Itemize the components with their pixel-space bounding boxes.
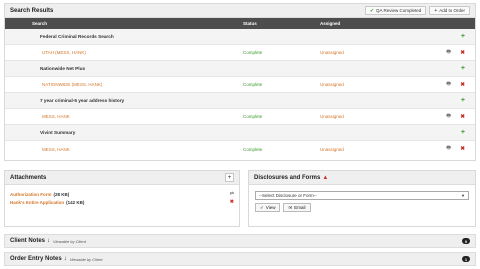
client-notes-count-badge: 0 bbox=[462, 238, 470, 244]
disclosures-panel: Disclosures and Forms ▲ --Select Disclos… bbox=[248, 170, 476, 227]
add-to-order-label: Add to Order bbox=[439, 8, 465, 13]
search-group-row: 7 year criminal-5 year address history + bbox=[5, 93, 475, 109]
client-notes-bar[interactable]: Client Notes ↓ Viewable by Client 0 bbox=[4, 234, 476, 248]
attachment-size: (28 KB) bbox=[53, 191, 70, 197]
view-button[interactable]: ✓ View bbox=[255, 203, 281, 212]
column-search: Search bbox=[32, 21, 48, 26]
qa-review-label: QA Review Completed bbox=[376, 8, 422, 13]
search-results-panel: Search Results ✔ QA Review Completed + A… bbox=[4, 3, 476, 161]
search-item-link[interactable]: NATIONWIDE (MESS, HANK) bbox=[5, 82, 243, 87]
search-item-link[interactable]: UTAH (MESS, HANK) bbox=[5, 50, 243, 55]
plus-icon: + bbox=[434, 7, 438, 14]
delete-icon[interactable]: ✖ bbox=[460, 146, 465, 152]
chevron-down-icon: ▼ bbox=[461, 193, 465, 198]
check-icon: ✔ bbox=[369, 7, 375, 14]
column-status: Status bbox=[243, 21, 257, 26]
delete-icon[interactable]: ✖ bbox=[460, 82, 465, 88]
attachment-row: Hank's Entire Application (142 KB) ✖ bbox=[10, 198, 234, 206]
order-notes-title: Order Entry Notes bbox=[10, 256, 62, 262]
disclosures-title: Disclosures and Forms bbox=[254, 174, 321, 181]
client-notes-title: Client Notes bbox=[10, 238, 46, 244]
delete-icon[interactable]: ✖ bbox=[230, 199, 234, 205]
search-group-name: Federal Criminal Records Search bbox=[40, 34, 114, 39]
print-icon[interactable]: 🖶 bbox=[446, 113, 451, 121]
order-notes-subtitle: Viewable by Client bbox=[69, 256, 103, 262]
email-label: Email bbox=[294, 205, 306, 210]
print-icon[interactable]: 🖶 bbox=[446, 49, 451, 57]
search-results-title: Search Results bbox=[10, 7, 54, 14]
view-label: View bbox=[265, 205, 276, 210]
order-notes-bar[interactable]: Order Entry Notes ↓ Viewable by Client 1 bbox=[4, 252, 476, 266]
search-item-row: NATIONWIDE (MESS, HANK) Complete Unassig… bbox=[5, 77, 475, 93]
search-group-name: Vivint Summary bbox=[40, 130, 76, 135]
search-item-status: Complete bbox=[243, 82, 263, 87]
attachments-panel: Attachments + Authorization Form (28 KB)… bbox=[4, 170, 240, 227]
attachments-header: Attachments + bbox=[5, 171, 239, 185]
attachment-size: (142 KB) bbox=[66, 199, 85, 205]
disclosure-select-value: --Select Disclosure or Form-- bbox=[259, 193, 317, 198]
search-item-row: MESS, HANK Complete Unassigned 🖶 ✖ bbox=[5, 109, 475, 125]
add-attachment-button[interactable]: + bbox=[225, 173, 234, 182]
attachment-link[interactable]: Hank's Entire Application bbox=[10, 200, 64, 205]
search-table-header: Search Status Assigned bbox=[5, 18, 475, 29]
search-item-link[interactable]: MESS, HANK bbox=[5, 147, 243, 152]
order-notes-count-badge: 1 bbox=[462, 256, 470, 262]
search-item-assigned[interactable]: Unassigned bbox=[320, 50, 430, 55]
search-item-assigned[interactable]: Unassigned bbox=[320, 114, 430, 119]
swap-icon[interactable]: ⇄ bbox=[230, 191, 234, 197]
add-search-icon[interactable]: + bbox=[461, 129, 465, 136]
client-notes-subtitle: Viewable by Client bbox=[53, 238, 86, 244]
search-group-row: Vivint Summary + bbox=[5, 125, 475, 141]
search-group-row: Federal Criminal Records Search + bbox=[5, 29, 475, 45]
delete-icon[interactable]: ✖ bbox=[460, 114, 465, 120]
print-icon[interactable]: 🖶 bbox=[446, 81, 451, 89]
search-item-assigned[interactable]: Unassigned bbox=[320, 82, 430, 87]
search-item-assigned[interactable]: Unassigned bbox=[320, 147, 430, 152]
add-to-order-button[interactable]: + Add to Order bbox=[429, 6, 470, 15]
search-group-row: Nationwide Net Plus + bbox=[5, 61, 475, 77]
attachment-row: Authorization Form (28 KB) ⇄ bbox=[10, 190, 234, 198]
add-search-icon[interactable]: + bbox=[461, 65, 465, 72]
search-item-row: MESS, HANK Complete Unassigned 🖶 ✖ bbox=[5, 141, 475, 157]
disclosures-header: Disclosures and Forms ▲ bbox=[249, 171, 475, 185]
attachments-title: Attachments bbox=[10, 174, 47, 181]
attachment-list: Authorization Form (28 KB) ⇄ Hank's Enti… bbox=[5, 185, 239, 206]
warning-icon: ▲ bbox=[322, 174, 329, 181]
search-group-name: Nationwide Net Plus bbox=[40, 66, 86, 71]
search-item-row: UTAH (MESS, HANK) Complete Unassigned 🖶 … bbox=[5, 45, 475, 61]
delete-icon[interactable]: ✖ bbox=[460, 50, 465, 56]
envelope-icon: ✉ bbox=[288, 204, 293, 210]
print-icon[interactable]: 🖶 bbox=[446, 145, 451, 153]
search-results-header: Search Results ✔ QA Review Completed + A… bbox=[5, 4, 475, 18]
search-item-link[interactable]: MESS, HANK bbox=[5, 114, 243, 119]
column-assigned: Assigned bbox=[320, 21, 341, 26]
add-search-icon[interactable]: + bbox=[461, 97, 465, 104]
add-search-icon[interactable]: + bbox=[461, 33, 465, 40]
arrow-down-icon: ↓ bbox=[63, 256, 67, 262]
search-item-status: Complete bbox=[243, 50, 263, 55]
search-item-status: Complete bbox=[243, 146, 263, 152]
email-button[interactable]: ✉ Email bbox=[283, 203, 311, 212]
disclosure-select[interactable]: --Select Disclosure or Form-- ▼ bbox=[255, 191, 469, 200]
check-icon: ✓ bbox=[260, 204, 264, 210]
attachment-link[interactable]: Authorization Form bbox=[10, 192, 52, 197]
arrow-down-icon: ↓ bbox=[47, 238, 51, 244]
search-group-name: 7 year criminal-5 year address history bbox=[40, 98, 125, 103]
search-item-status: Complete bbox=[243, 114, 263, 119]
qa-review-button[interactable]: ✔ QA Review Completed bbox=[364, 6, 427, 15]
